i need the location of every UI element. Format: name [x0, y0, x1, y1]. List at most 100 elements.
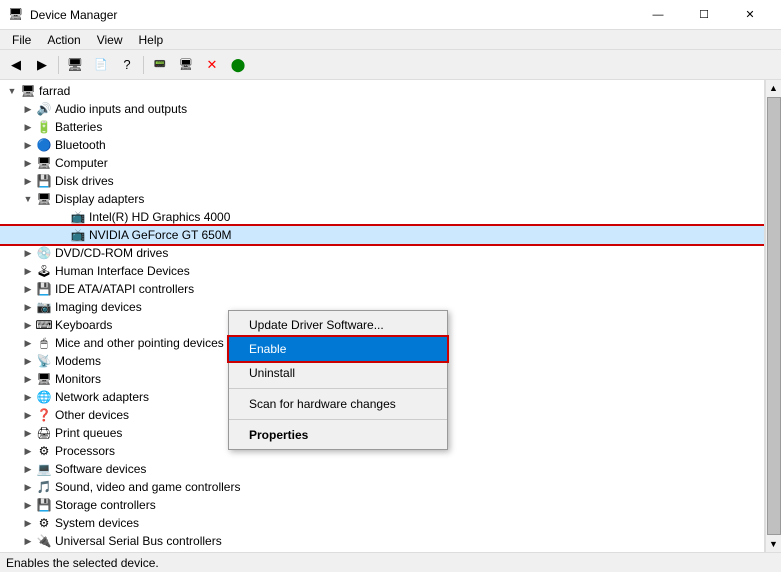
ctx-enable[interactable]: Enable — [229, 337, 447, 361]
audio-label: Audio inputs and outputs — [55, 102, 187, 116]
system-icon: ⚙ — [36, 515, 52, 531]
main-area: ▼ 🖥 farrad ▶ 🔊 Audio inputs and outputs … — [0, 80, 781, 552]
keyboards-label: Keyboards — [55, 318, 112, 332]
bluetooth-icon: 🔵 — [36, 137, 52, 153]
print-label: Print queues — [55, 426, 122, 440]
toolbar-sep1 — [58, 56, 59, 74]
status-bar: Enables the selected device. — [0, 552, 781, 572]
audio-icon: 🔊 — [36, 101, 52, 117]
nvidia-icon: 📺 — [70, 227, 86, 243]
expand-monitors[interactable]: ▶ — [20, 371, 36, 387]
menu-help[interactable]: Help — [131, 31, 172, 49]
tree-item-intel[interactable]: ▶ 📺 Intel(R) HD Graphics 4000 — [0, 208, 764, 226]
expand-mice[interactable]: ▶ — [20, 335, 36, 351]
expand-diskdrives[interactable]: ▶ — [20, 173, 36, 189]
app-icon: 🖥 — [8, 7, 24, 23]
expand-other[interactable]: ▶ — [20, 407, 36, 423]
tree-item-ide[interactable]: ▶ 💾 IDE ATA/ATAPI controllers — [0, 280, 764, 298]
expand-hid[interactable]: ▶ — [20, 263, 36, 279]
toolbar-monitor[interactable]: 🖥 — [174, 54, 198, 76]
device-tree[interactable]: ▼ 🖥 farrad ▶ 🔊 Audio inputs and outputs … — [0, 80, 765, 552]
menu-view[interactable]: View — [89, 31, 131, 49]
ctx-scan[interactable]: Scan for hardware changes — [229, 392, 447, 416]
expand-software[interactable]: ▶ — [20, 461, 36, 477]
expand-storage[interactable]: ▶ — [20, 497, 36, 513]
ctx-update[interactable]: Update Driver Software... — [229, 313, 447, 337]
ctx-properties[interactable]: Properties — [229, 423, 447, 447]
diskdrives-label: Disk drives — [55, 174, 114, 188]
menu-action[interactable]: Action — [39, 31, 88, 49]
tree-item-sound[interactable]: ▶ 🎵 Sound, video and game controllers — [0, 478, 764, 496]
storage-label: Storage controllers — [55, 498, 156, 512]
tree-item-displayadapters[interactable]: ▼ 🖥 Display adapters — [0, 190, 764, 208]
tree-item-nvidia[interactable]: ▶ 📺 NVIDIA GeForce GT 650M — [0, 226, 764, 244]
display-icon: 🖥 — [36, 191, 52, 207]
expand-dvd[interactable]: ▶ — [20, 245, 36, 261]
ctx-uninstall[interactable]: Uninstall — [229, 361, 447, 385]
tree-root[interactable]: ▼ 🖥 farrad — [0, 82, 764, 100]
computer-cat-icon: 🖥 — [36, 155, 52, 171]
toolbar-back[interactable]: ◀ — [4, 54, 28, 76]
scroll-up[interactable]: ▲ — [766, 80, 781, 96]
expand-modems[interactable]: ▶ — [20, 353, 36, 369]
expand-network[interactable]: ▶ — [20, 389, 36, 405]
tree-item-diskdrives[interactable]: ▶ 💾 Disk drives — [0, 172, 764, 190]
close-button[interactable]: ✕ — [727, 0, 773, 30]
expand-bluetooth[interactable]: ▶ — [20, 137, 36, 153]
scroll-thumb[interactable] — [767, 97, 781, 535]
toolbar-help[interactable]: ? — [115, 54, 139, 76]
expand-display[interactable]: ▼ — [20, 191, 36, 207]
tree-item-dvd[interactable]: ▶ 💿 DVD/CD-ROM drives — [0, 244, 764, 262]
tree-item-system[interactable]: ▶ ⚙ System devices — [0, 514, 764, 532]
title-bar: 🖥 Device Manager — ☐ ✕ — [0, 0, 781, 30]
expand-computer[interactable]: ▶ — [20, 155, 36, 171]
sound-label: Sound, video and game controllers — [55, 480, 240, 494]
scroll-down[interactable]: ▼ — [766, 536, 781, 552]
expand-usb[interactable]: ▶ — [20, 533, 36, 549]
minimize-button[interactable]: — — [635, 0, 681, 30]
other-label: Other devices — [55, 408, 129, 422]
expand-sound[interactable]: ▶ — [20, 479, 36, 495]
toolbar-add[interactable]: ⬤ — [226, 54, 250, 76]
expand-system[interactable]: ▶ — [20, 515, 36, 531]
imaging-icon: 📷 — [36, 299, 52, 315]
tree-item-software[interactable]: ▶ 💻 Software devices — [0, 460, 764, 478]
batteries-icon: 🔋 — [36, 119, 52, 135]
storage-icon: 💾 — [36, 497, 52, 513]
other-icon: ❓ — [36, 407, 52, 423]
software-label: Software devices — [55, 462, 146, 476]
modems-label: Modems — [55, 354, 101, 368]
expand-batteries[interactable]: ▶ — [20, 119, 36, 135]
scrollbar[interactable]: ▲ ▼ — [765, 80, 781, 552]
toolbar: ◀ ▶ 🖥 📄 ? 📟 🖥 ✕ ⬤ — [0, 50, 781, 80]
menu-file[interactable]: File — [4, 31, 39, 49]
display-label: Display adapters — [55, 192, 144, 206]
toolbar-computer[interactable]: 🖥 — [63, 54, 87, 76]
intel-label: Intel(R) HD Graphics 4000 — [89, 210, 230, 224]
expand-audio[interactable]: ▶ — [20, 101, 36, 117]
toolbar-device[interactable]: 📟 — [148, 54, 172, 76]
tree-item-batteries[interactable]: ▶ 🔋 Batteries — [0, 118, 764, 136]
tree-item-usb[interactable]: ▶ 🔌 Universal Serial Bus controllers — [0, 532, 764, 550]
intel-icon: 📺 — [70, 209, 86, 225]
ide-label: IDE ATA/ATAPI controllers — [55, 282, 194, 296]
nvidia-label: NVIDIA GeForce GT 650M — [89, 228, 232, 242]
expand-ide[interactable]: ▶ — [20, 281, 36, 297]
system-label: System devices — [55, 516, 139, 530]
tree-item-audio[interactable]: ▶ 🔊 Audio inputs and outputs — [0, 100, 764, 118]
toolbar-doc[interactable]: 📄 — [89, 54, 113, 76]
expand-processors[interactable]: ▶ — [20, 443, 36, 459]
computer-icon: 🖥 — [20, 83, 36, 99]
expand-print[interactable]: ▶ — [20, 425, 36, 441]
tree-item-computer[interactable]: ▶ 🖥 Computer — [0, 154, 764, 172]
expand-root[interactable]: ▼ — [4, 83, 20, 99]
toolbar-remove[interactable]: ✕ — [200, 54, 224, 76]
maximize-button[interactable]: ☐ — [681, 0, 727, 30]
tree-item-hid[interactable]: ▶ 🕹 Human Interface Devices — [0, 262, 764, 280]
tree-item-storage[interactable]: ▶ 💾 Storage controllers — [0, 496, 764, 514]
tree-item-bluetooth[interactable]: ▶ 🔵 Bluetooth — [0, 136, 764, 154]
expand-imaging[interactable]: ▶ — [20, 299, 36, 315]
expand-keyboards[interactable]: ▶ — [20, 317, 36, 333]
toolbar-forward[interactable]: ▶ — [30, 54, 54, 76]
processors-icon: ⚙ — [36, 443, 52, 459]
